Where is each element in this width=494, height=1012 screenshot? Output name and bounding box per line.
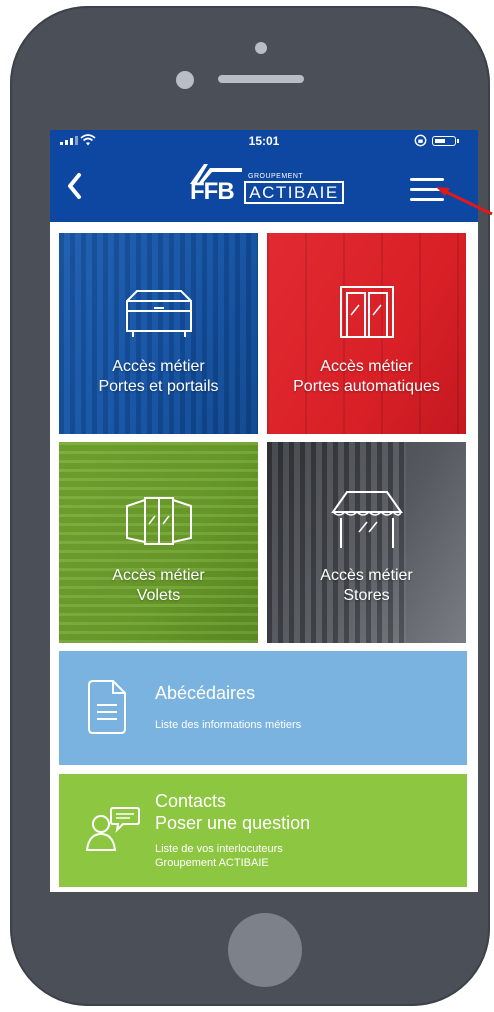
contacts-subtitle-1: Liste de vos interlocuteurs: [155, 843, 283, 855]
abecedaires-card[interactable]: Abécédaires Liste des informations métie…: [59, 651, 467, 765]
phone-speaker: [218, 75, 304, 83]
gate-icon: [126, 290, 192, 337]
tile-label-line2: Portes automatiques: [293, 378, 440, 395]
contacts-card[interactable]: Contacts Poser une question Liste de vos…: [59, 774, 467, 887]
abecedaires-title: Abécédaires: [155, 683, 256, 703]
tile-label-line2: Portes et portails: [98, 378, 219, 395]
battery-icon: [432, 136, 459, 146]
abecedaires-subtitle: Liste des informations métiers: [155, 719, 302, 731]
tile-volets[interactable]: Accès métier Volets: [59, 442, 258, 643]
tile-label-line1: Accès métier: [112, 358, 205, 375]
tile-portes-automatiques[interactable]: Accès métier Portes automatiques: [267, 233, 466, 434]
app-screen: 15:01 FFB GROUPEMENT ACTIBAIE Accès méti…: [50, 130, 478, 892]
chevron-left-icon: [68, 173, 81, 199]
back-button[interactable]: [58, 166, 92, 206]
logo-group-text: GROUPEMENT: [248, 173, 304, 180]
shutter-icon: [126, 497, 192, 545]
contacts-question: Poser une question: [155, 813, 311, 833]
awning-icon: [331, 491, 403, 548]
status-bar: 15:01: [50, 130, 478, 152]
contacts-subtitle-2: Groupement ACTIBAIE: [155, 857, 269, 869]
tile-label-line1: Accès métier: [112, 567, 205, 584]
contacts-title: Contacts: [155, 791, 227, 811]
tile-label: Accès métier Volets: [59, 566, 258, 606]
logo-ffb-text: FFB: [190, 178, 235, 205]
chat-person-icon: [85, 807, 140, 851]
tile-label-line1: Accès métier: [320, 358, 413, 375]
rotation-lock-icon: [414, 134, 427, 147]
tile-label: Accès métier Stores: [267, 566, 466, 606]
phone-camera: [176, 71, 194, 89]
phone-sensor: [255, 42, 267, 54]
nav-bar: FFB GROUPEMENT ACTIBAIE: [50, 152, 478, 222]
document-icon: [88, 680, 126, 734]
tile-label-line2: Stores: [343, 587, 390, 604]
tile-portes-portails[interactable]: Accès métier Portes et portails: [59, 233, 258, 434]
logo-actibaie-text: ACTIBAIE: [244, 181, 344, 204]
tile-label: Accès métier Portes automatiques: [267, 357, 466, 397]
tile-label: Accès métier Portes et portails: [59, 357, 258, 397]
tile-label-line2: Volets: [136, 587, 181, 604]
ffb-actibaie-logo: FFB GROUPEMENT ACTIBAIE: [178, 160, 348, 214]
phone-frame: 15:01 FFB GROUPEMENT ACTIBAIE Accès méti…: [10, 6, 490, 1006]
automatic-door-icon: [340, 286, 394, 338]
tile-label-line1: Accès métier: [320, 567, 413, 584]
tile-stores[interactable]: Accès métier Stores: [267, 442, 466, 643]
home-button[interactable]: [228, 913, 302, 987]
annotation-arrow: [436, 187, 493, 216]
